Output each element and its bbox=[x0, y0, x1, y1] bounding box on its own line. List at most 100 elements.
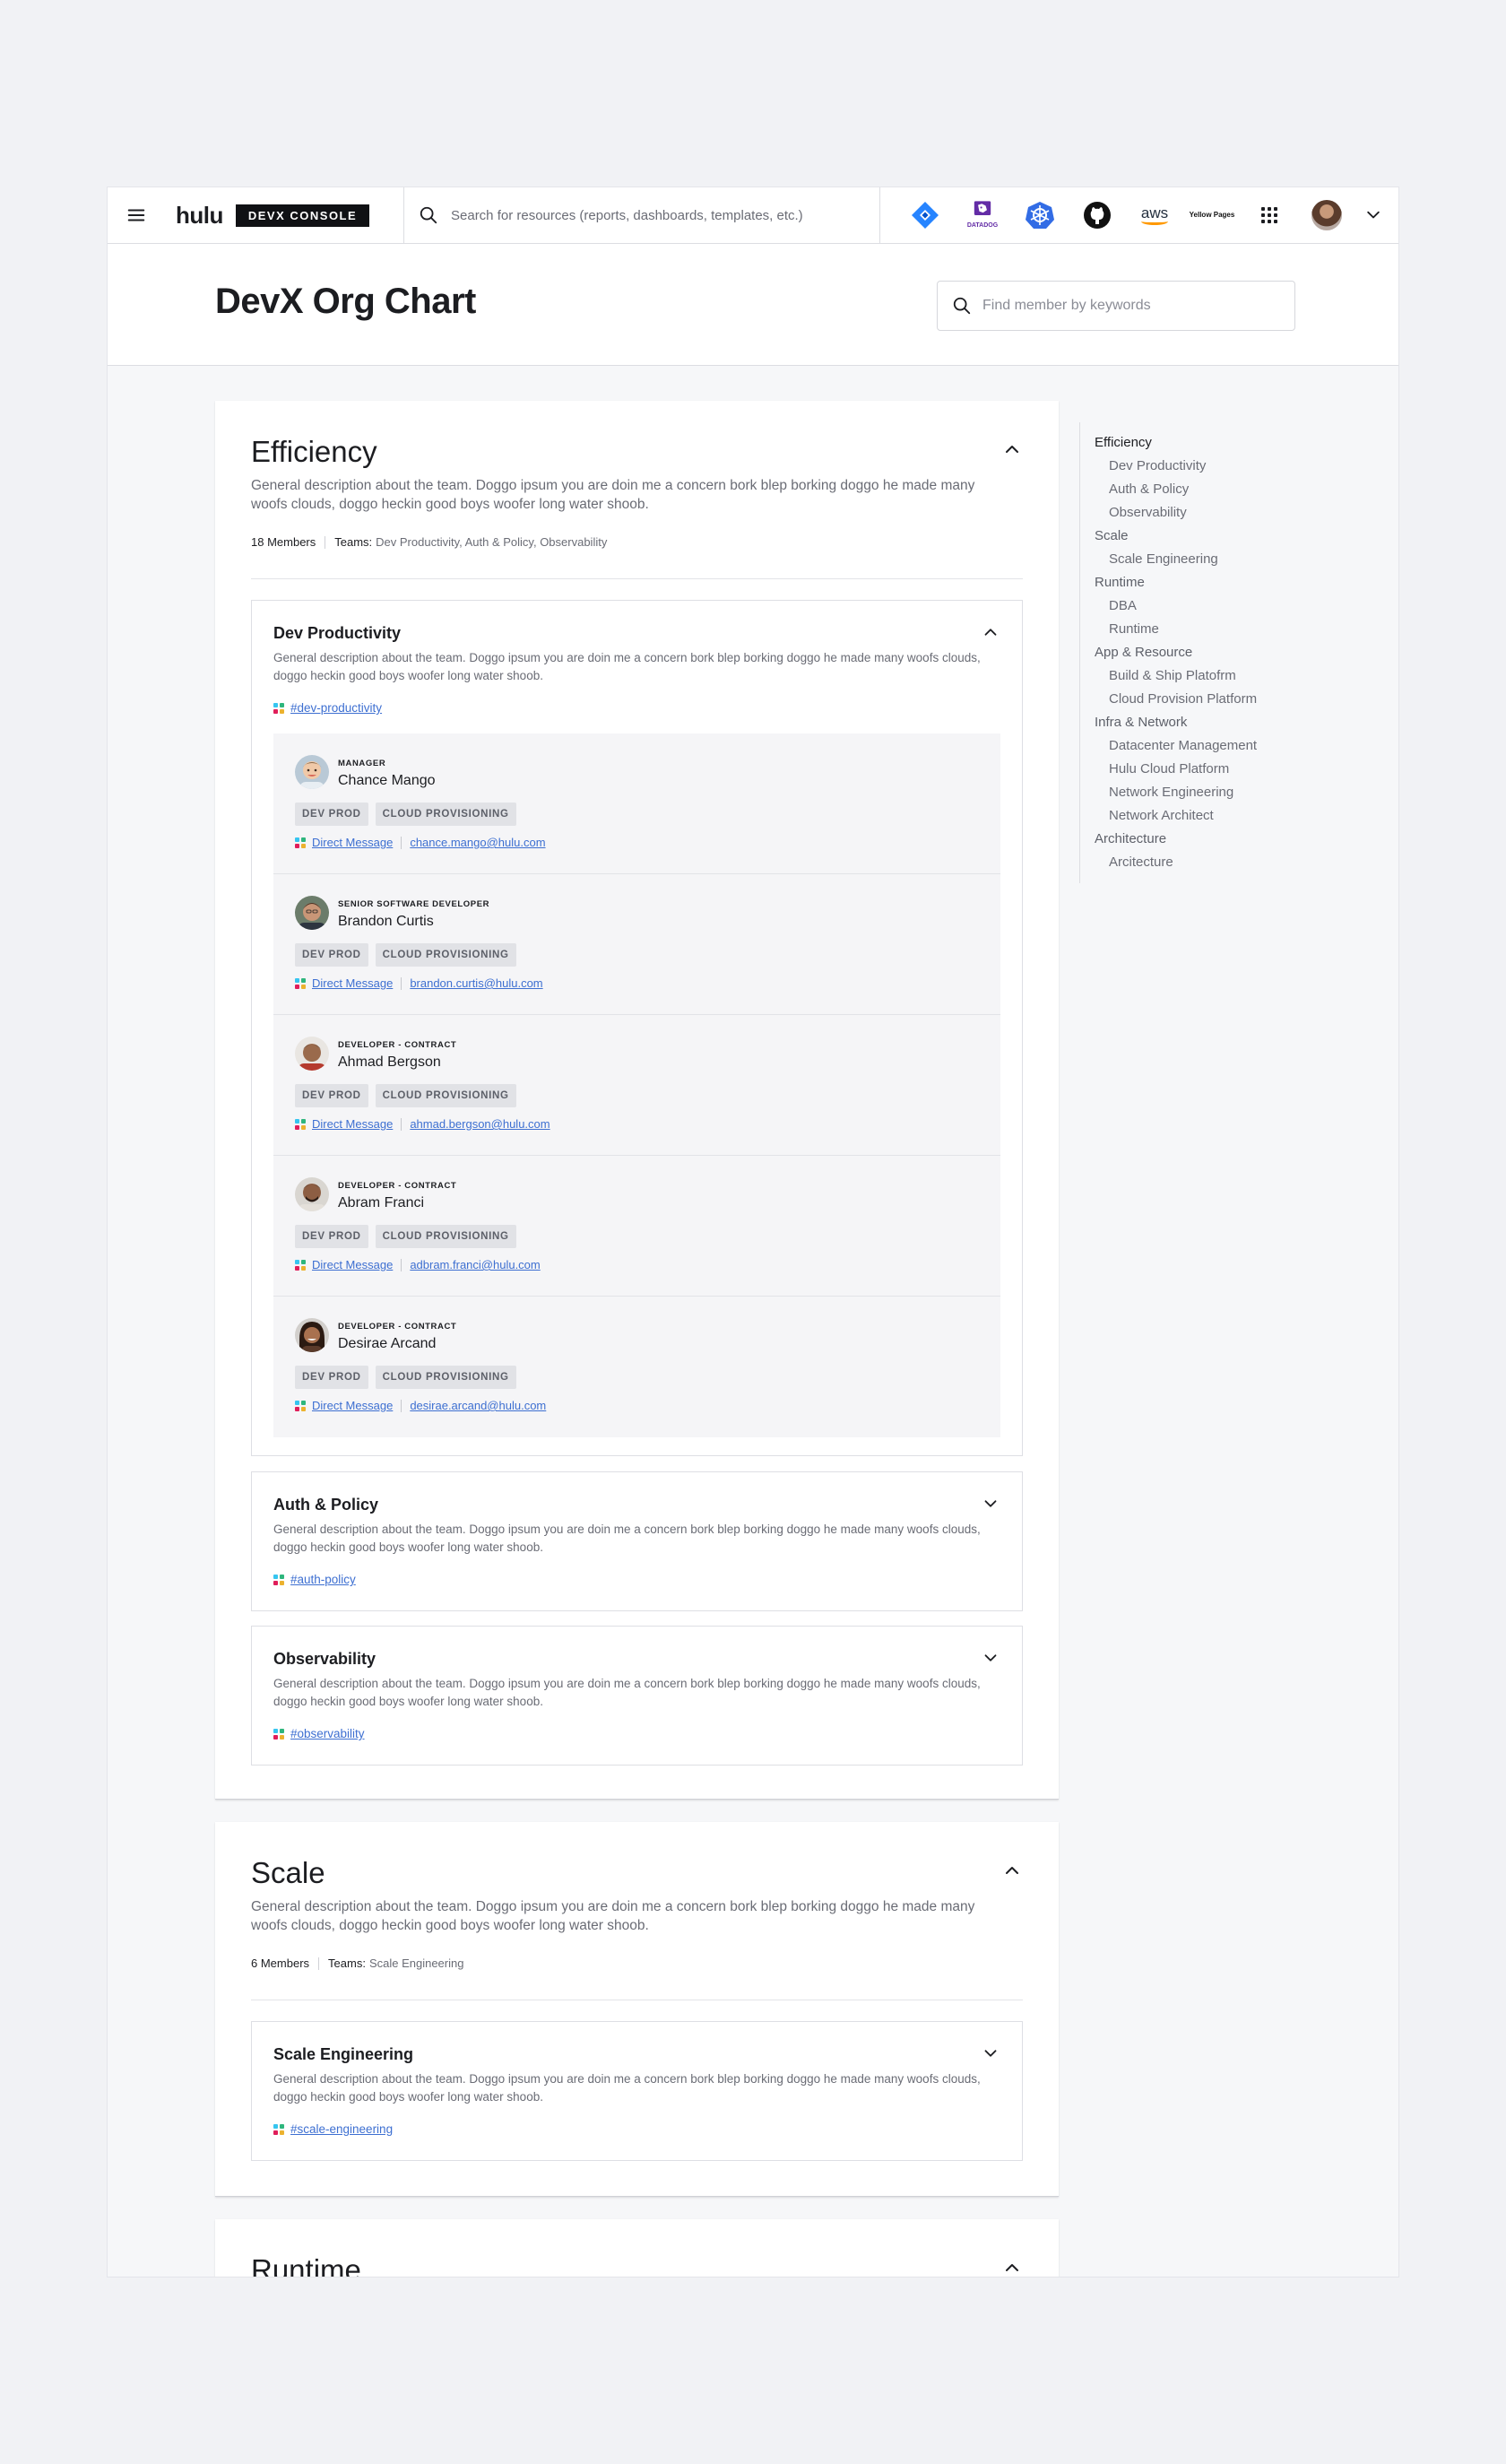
top-nav: hulu DEVX CONSOLE Search for resources (… bbox=[108, 187, 1398, 244]
toc-item-scale[interactable]: Scale bbox=[1095, 525, 1294, 548]
member-tags: DEV PROD CLOUD PROVISIONING bbox=[295, 1225, 516, 1248]
toc-item-hulu-cloud-platform[interactable]: Hulu Cloud Platform bbox=[1095, 758, 1294, 781]
toc-item-arcitecture[interactable]: Arcitecture bbox=[1095, 851, 1294, 874]
collapse-chevron-up-icon[interactable] bbox=[1001, 2257, 1023, 2277]
expand-chevron-down-icon[interactable] bbox=[981, 2043, 1000, 2063]
yellow-pages-icon[interactable]: Yellow Pages bbox=[1183, 187, 1241, 244]
slack-icon bbox=[295, 1259, 306, 1271]
datadog-label: DATADOG bbox=[966, 222, 999, 229]
tag-dev-prod: DEV PROD bbox=[295, 803, 368, 826]
tag-cloud-provisioning: CLOUD PROVISIONING bbox=[375, 1225, 516, 1248]
member-role: DEVELOPER - CONTRACT bbox=[338, 1322, 457, 1332]
avatar bbox=[295, 896, 329, 930]
member-row: DEVELOPER - CONTRACT Desirae Arcand DEV … bbox=[273, 1297, 1000, 1437]
toc-item-architecture[interactable]: Architecture bbox=[1095, 828, 1294, 851]
collapse-chevron-up-icon[interactable] bbox=[981, 622, 1000, 642]
avatar bbox=[295, 1037, 329, 1071]
team-title: Observability bbox=[273, 1650, 376, 1668]
toc-item-infra-network[interactable]: Infra & Network bbox=[1095, 711, 1294, 734]
direct-message-link[interactable]: Direct Message bbox=[312, 1399, 393, 1412]
teams-label: Teams: bbox=[334, 535, 373, 549]
teams-list: Dev Productivity, Auth & Policy, Observa… bbox=[376, 535, 608, 549]
user-avatar[interactable] bbox=[1298, 187, 1355, 244]
direct-message-link[interactable]: Direct Message bbox=[312, 976, 393, 990]
global-search-placeholder: Search for resources (reports, dashboard… bbox=[451, 207, 803, 223]
member-row: DEVELOPER - CONTRACT Ahmad Bergson DEV P… bbox=[273, 1015, 1000, 1156]
page-title: DevX Org Chart bbox=[215, 282, 476, 321]
section-title: Runtime bbox=[251, 2253, 361, 2277]
member-search-input[interactable] bbox=[982, 298, 1269, 314]
section-meta: 6 Members Teams: Scale Engineering bbox=[251, 1956, 463, 1970]
global-search-input[interactable]: Search for resources (reports, dashboard… bbox=[403, 187, 880, 244]
collapse-chevron-up-icon[interactable] bbox=[1001, 1860, 1023, 1881]
slack-icon bbox=[295, 977, 306, 989]
toc-item-network-engineering[interactable]: Network Engineering bbox=[1095, 781, 1294, 804]
app-grid-icon[interactable] bbox=[1241, 187, 1298, 244]
avatar bbox=[295, 755, 329, 789]
toc-item-datacenter-management[interactable]: Datacenter Management bbox=[1095, 734, 1294, 758]
toc-item-dev-productivity[interactable]: Dev Productivity bbox=[1095, 455, 1294, 478]
app-window: hulu DEVX CONSOLE Search for resources (… bbox=[108, 187, 1398, 2277]
member-name: Brandon Curtis bbox=[338, 914, 434, 929]
member-tags: DEV PROD CLOUD PROVISIONING bbox=[295, 1366, 516, 1389]
hamburger-menu-icon[interactable] bbox=[108, 187, 165, 244]
member-tags: DEV PROD CLOUD PROVISIONING bbox=[295, 1084, 516, 1107]
slack-channel-link[interactable]: #dev-productivity bbox=[273, 701, 382, 715]
account-chevron-down-icon[interactable] bbox=[1355, 187, 1391, 244]
slack-channel-label: #auth-policy bbox=[290, 1573, 356, 1586]
team-card-observability[interactable]: Observability General description about … bbox=[251, 1626, 1023, 1766]
team-card-scale-engineering[interactable]: Scale Engineering General description ab… bbox=[251, 2021, 1023, 2161]
email-link[interactable]: chance.mango@hulu.com bbox=[410, 836, 545, 849]
toc-item-auth-policy[interactable]: Auth & Policy bbox=[1095, 478, 1294, 501]
member-tags: DEV PROD CLOUD PROVISIONING bbox=[295, 943, 516, 967]
slack-channel-link[interactable]: #scale-engineering bbox=[273, 2122, 393, 2136]
team-description: General description about the team. Dogg… bbox=[273, 1677, 981, 1708]
team-title: Scale Engineering bbox=[273, 2045, 414, 2063]
member-role: SENIOR SOFTWARE DEVELOPER bbox=[338, 899, 490, 909]
expand-chevron-down-icon[interactable] bbox=[981, 1648, 1000, 1668]
member-contact: Direct Message ahmad.bergson@hulu.com bbox=[295, 1117, 550, 1131]
expand-chevron-down-icon[interactable] bbox=[981, 1494, 1000, 1514]
direct-message-link[interactable]: Direct Message bbox=[312, 836, 393, 849]
section-runtime: Runtime bbox=[215, 2219, 1059, 2277]
teams-label: Teams: bbox=[328, 1956, 366, 1970]
email-link[interactable]: desirae.arcand@hulu.com bbox=[410, 1399, 546, 1412]
email-link[interactable]: ahmad.bergson@hulu.com bbox=[410, 1117, 550, 1131]
toc-item-efficiency[interactable]: Efficiency bbox=[1095, 431, 1294, 455]
toc-item-observability[interactable]: Observability bbox=[1095, 501, 1294, 525]
collapse-chevron-up-icon[interactable] bbox=[1001, 438, 1023, 460]
slack-icon bbox=[273, 702, 284, 714]
section-description: General description about the team. Dogg… bbox=[251, 478, 975, 512]
direct-message-link[interactable]: Direct Message bbox=[312, 1117, 393, 1131]
toc-item-runtime[interactable]: Runtime bbox=[1095, 571, 1294, 594]
email-link[interactable]: brandon.curtis@hulu.com bbox=[410, 976, 542, 990]
slack-channel-link[interactable]: #observability bbox=[273, 1727, 365, 1740]
section-title: Efficiency bbox=[251, 435, 377, 468]
email-link[interactable]: adbram.franci@hulu.com bbox=[410, 1258, 540, 1271]
section-efficiency: Efficiency General description about the… bbox=[215, 401, 1059, 1800]
toc-item-network-architect[interactable]: Network Architect bbox=[1095, 804, 1294, 828]
toc-item-scale-engineering[interactable]: Scale Engineering bbox=[1095, 548, 1294, 571]
datadog-icon[interactable]: DATADOG bbox=[954, 187, 1011, 244]
hulu-logo[interactable]: hulu bbox=[176, 202, 223, 230]
member-search-box[interactable] bbox=[937, 281, 1295, 331]
team-card-auth-policy[interactable]: Auth & Policy General description about … bbox=[251, 1471, 1023, 1611]
toc-item-app-resource[interactable]: App & Resource bbox=[1095, 641, 1294, 664]
member-role: DEVELOPER - CONTRACT bbox=[338, 1181, 457, 1191]
toc-item-dba[interactable]: DBA bbox=[1095, 594, 1294, 618]
jira-icon[interactable] bbox=[896, 187, 954, 244]
slack-channel-link[interactable]: #auth-policy bbox=[273, 1573, 356, 1586]
toc-item-build-ship-platform[interactable]: Build & Ship Platofrm bbox=[1095, 664, 1294, 688]
aws-icon[interactable]: aws bbox=[1126, 187, 1183, 244]
toc-item-cloud-provision-platform[interactable]: Cloud Provision Platform bbox=[1095, 688, 1294, 711]
toc-item-runtime-team[interactable]: Runtime bbox=[1095, 618, 1294, 641]
direct-message-link[interactable]: Direct Message bbox=[312, 1258, 393, 1271]
kubernetes-icon[interactable] bbox=[1011, 187, 1069, 244]
github-icon[interactable] bbox=[1069, 187, 1126, 244]
member-contact: Direct Message brandon.curtis@hulu.com bbox=[295, 976, 543, 990]
tag-cloud-provisioning: CLOUD PROVISIONING bbox=[375, 1366, 516, 1389]
tag-dev-prod: DEV PROD bbox=[295, 1225, 368, 1248]
member-contact: Direct Message desirae.arcand@hulu.com bbox=[295, 1399, 546, 1412]
tag-cloud-provisioning: CLOUD PROVISIONING bbox=[375, 943, 516, 967]
team-title: Dev Productivity bbox=[273, 624, 402, 642]
